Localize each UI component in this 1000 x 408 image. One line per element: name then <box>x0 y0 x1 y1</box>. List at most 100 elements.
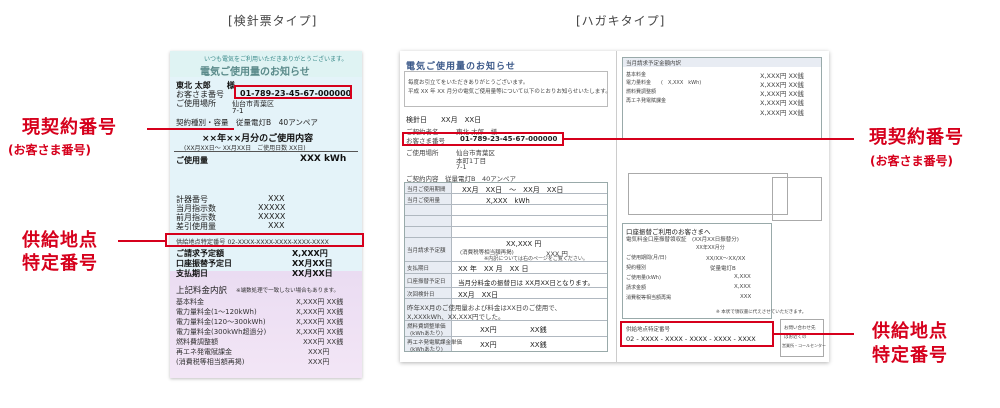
postcard-receipt-value-1: 従量電灯B <box>710 266 736 272</box>
contract-number-label-right: 現契約番号 <box>869 127 964 148</box>
slip-detail-label-3: 電力量料金(300kWh超過分) <box>176 328 267 336</box>
postcard-blank-box <box>628 173 788 215</box>
postcard-breakdown-label-1: 電力量料金 ( X,XXX kWh) <box>626 80 702 86</box>
slip-place-label: ご使用場所 <box>176 99 216 108</box>
postcard-customer-number-highlight <box>402 132 564 146</box>
supply-point-label-right-2: 特定番号 <box>872 345 948 366</box>
slip-contract-leader-line <box>147 128 234 130</box>
supply-point-label-left-1: 供給地点 <box>22 230 98 251</box>
row-line <box>405 215 607 216</box>
postcard-supply-point-highlight <box>620 321 774 347</box>
postcard-account-value: 当月分料金の振替日は XX月XX日となります。 <box>458 279 595 287</box>
contract-number-label-left: 現契約番号 <box>22 117 117 138</box>
slip-detail-label-5: 再エネ発電賦課金 <box>176 348 232 356</box>
supply-point-label-left-2: 特定番号 <box>22 253 98 274</box>
postcard-renew-unit: (kWhあたり) <box>410 347 443 353</box>
postcard-usage-label: 当月ご使用量 <box>407 198 441 204</box>
postcard-usage-value: X,XXX kWh <box>486 197 530 205</box>
slip-detail-value-3: X,XXX円 XX銭 <box>296 328 344 336</box>
slip-top-note: いつも電気をご利用いただきありがとうございます。 <box>204 56 348 63</box>
postcard-breakdown-label-3: 再エネ発電賦課金 <box>626 98 667 104</box>
postcard-due-value: XX 年 XX 月 XX 日 <box>458 265 529 273</box>
postcard-receipt-value-3: X,XXX <box>734 284 751 290</box>
postcard-side-note-1: お問い合わせ先 <box>784 326 816 331</box>
postcard-place-label: ご使用場所 <box>406 149 439 157</box>
slip-payment-label-2: 支払期日 <box>176 269 208 278</box>
slip-detail-label-0: 基本料金 <box>176 298 204 306</box>
postcard-period-label: 当月ご使用期間 <box>407 187 446 193</box>
slip-supply-point-highlight <box>165 233 364 247</box>
slip-supply-leader-line <box>118 240 165 242</box>
postcard-place-3: 7-1 <box>456 163 467 171</box>
postcard-account-label: 口座振替予定日 <box>407 279 446 285</box>
postcard-period-value: XX月 XX日 ～ XX月 XX日 <box>462 186 564 194</box>
slip-detail-label-2: 電力量料金(120～300kWh) <box>176 318 266 326</box>
postcard-blank-box-2 <box>772 177 822 221</box>
slip-type-caption: [検針票タイプ] <box>228 14 318 28</box>
slip-detail-value-4: XXX円 XX銭 <box>303 338 344 346</box>
postcard-receipt-label-2: ご使用量(kWh) <box>626 275 661 281</box>
customer-number-sublabel-left: (お客さま番号) <box>8 143 91 157</box>
postcard-receipt-value-4: XXX <box>740 294 752 300</box>
slip-title: 電気ご使用量のお知らせ <box>200 67 310 78</box>
postcard-billing-note: ※内訳については右のページをご覧ください。 <box>484 256 588 262</box>
meter-reading-slip: いつも電気をご利用いただきありがとうございます。 電気ご使用量のお知らせ 東北 … <box>170 51 362 378</box>
slip-detail-title: 上記料金内訳 <box>176 286 228 296</box>
postcard-receipt-amount: XX年XX月分 <box>696 245 725 251</box>
slip-meter-label-3: 差引使用量 <box>176 222 216 231</box>
postcard-receipt-label-0: ご使用期間(月/日) <box>626 255 667 261</box>
postcard-breakdown-value-3: X,XXX円 XX銭 <box>760 99 804 107</box>
postcard-receipt-value-0: XX/XX～XX/XX <box>706 256 746 262</box>
postcard-receipt-label-4: 消費税等相当額再掲 <box>626 295 672 301</box>
postcard-side-note-3: 営業所・コールセンター <box>782 343 826 348</box>
slip-detail-value-6: XXX円 <box>308 358 330 366</box>
slip-place-value2: 7-1 <box>232 107 244 115</box>
postcard-contract-leader-line <box>564 138 854 140</box>
row-line <box>405 298 607 299</box>
row-line <box>405 237 607 238</box>
slip-usage-label: ご使用量 <box>176 156 208 165</box>
postcard-type-caption: [ハガキタイプ] <box>576 14 666 28</box>
slip-detail-note: ※端数処理で一致しない場合もあります。 <box>236 288 340 294</box>
slip-meter-value-0: XXX <box>268 194 285 203</box>
slip-detail-label-4: 燃料費調整額 <box>176 338 218 346</box>
slip-detail-value-2: X,XXX円 XX銭 <box>296 318 344 326</box>
postcard-breakdown-label-2: 燃料費調整額 <box>626 89 657 95</box>
postcard-supply-leader-line <box>774 333 854 335</box>
slip-detail-value-0: X,XXX円 XX銭 <box>296 298 344 306</box>
postcard-breakdown-header: 当月請求予定金額内訳 <box>626 61 682 67</box>
slip-divider <box>174 151 358 152</box>
slip-customer-number-highlight <box>234 85 352 99</box>
slip-detail-value-5: XXX円 <box>308 348 330 356</box>
postcard-fuel-unit: (kWhあたり) <box>410 331 443 337</box>
row-line <box>405 287 607 288</box>
slip-detail-label-1: 電力量料金(1～120kWh) <box>176 308 257 316</box>
row-line <box>405 226 607 227</box>
postcard-table-divider <box>451 183 452 351</box>
slip-meter-value-2: XXXXX <box>258 212 286 221</box>
postcard-receipt-label-3: 請求金額 <box>626 285 647 291</box>
postcard-bill: 電気ご使用量のお知らせ 毎度お引立てをいただきありがとうございます。 平成 XX… <box>400 51 829 362</box>
postcard-billing-label: 当月請求予定額 <box>407 248 446 254</box>
postcard-fold-line <box>616 51 617 362</box>
postcard-breakdown-value-4: X,XXX円 XX銭 <box>760 109 804 117</box>
customer-number-sublabel-right: (お客さま番号) <box>870 154 953 168</box>
postcard-next-label: 次回検針日 <box>407 292 435 298</box>
postcard-due-label: 支払期日 <box>407 266 430 272</box>
postcard-fuel-value: XX円 <box>480 326 497 334</box>
postcard-greeting-1: 毎度お引立てをいただきありがとうございます。 <box>408 80 529 86</box>
slip-payment-value-2: XX月XX日 <box>292 269 333 278</box>
postcard-receipt-note: ※ 本状で領収書に代えさせていただきます。 <box>716 310 807 315</box>
postcard-breakdown-label-0: 基本料金 <box>626 72 647 78</box>
postcard-receipt-label-1: 契約種別 <box>626 265 647 271</box>
postcard-greeting-2: 平成 XX 年 XX 月分の電気ご使用量等について以下のとおりお知らせいたします… <box>408 89 611 95</box>
slip-contract-type: 契約種別・容量 従量電灯B 40アンペア <box>176 118 318 127</box>
slip-meter-value-3: XXX <box>268 221 285 230</box>
postcard-receipt-value-2: X,XXX <box>734 274 751 280</box>
slip-detail-value-1: X,XXX円 XX銭 <box>296 308 344 316</box>
postcard-fuel-value-2: XX銭 <box>530 326 547 334</box>
postcard-renew-value: XX円 <box>480 341 497 349</box>
postcard-next-value: XX月 XX日 <box>458 291 499 299</box>
supply-point-label-right-1: 供給地点 <box>872 321 948 342</box>
postcard-receipt-sub: 電気料金口座振替領収証 (XX月XX日振替分) <box>626 237 739 243</box>
